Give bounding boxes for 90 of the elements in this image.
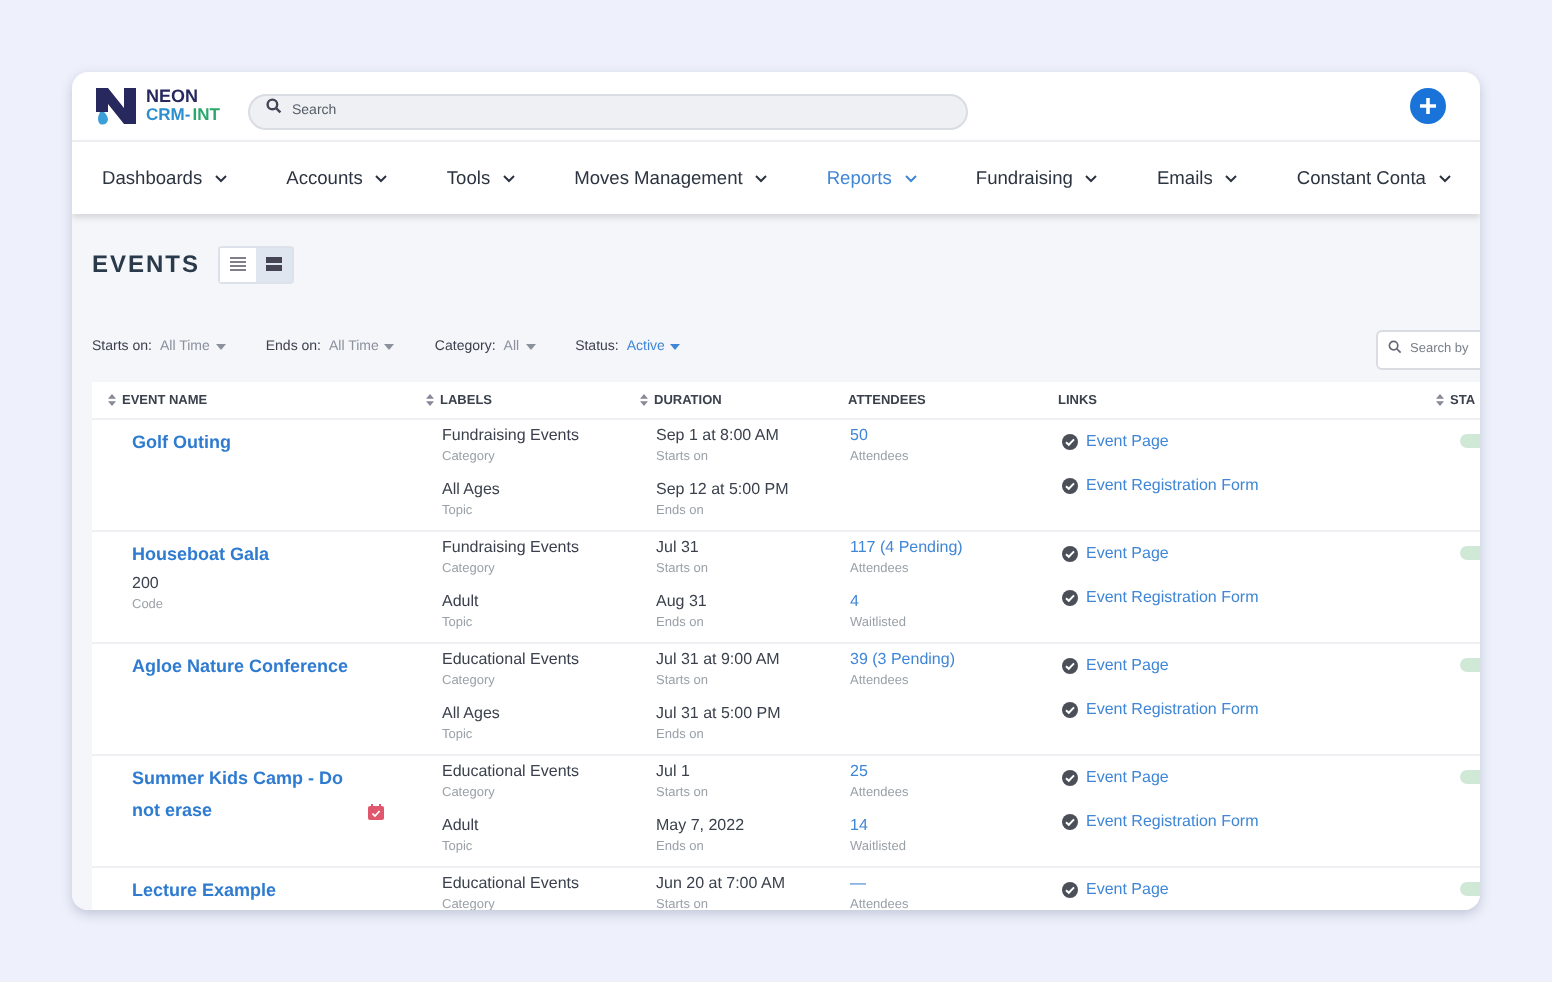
search-icon	[1388, 340, 1402, 354]
list-view-button[interactable]	[220, 247, 257, 281]
date-value: Aug 31	[656, 592, 707, 613]
nav-menu-item[interactable]: Dashboards	[102, 168, 229, 188]
add-button[interactable]	[1410, 88, 1446, 124]
nav-menu-item[interactable]: Accounts	[286, 168, 389, 188]
label-value: Fundraising Events	[442, 538, 579, 559]
logo-suffix: INT	[192, 106, 220, 124]
caret-icon	[215, 343, 226, 349]
logo-text: NEON	[146, 88, 201, 106]
chevron-down-icon	[214, 173, 229, 183]
check-circle-icon	[1062, 433, 1078, 449]
chevron-down-icon	[1084, 173, 1099, 183]
date-value: Jul 31	[656, 538, 699, 559]
nav-menu-item[interactable]: Tools	[446, 168, 517, 188]
attendee-count-link[interactable]: —	[850, 874, 866, 895]
event-name-link[interactable]: Summer Kids Camp - Do not erase	[132, 762, 368, 826]
status-toggle[interactable]	[1460, 770, 1480, 784]
date-value: Jul 31 at 9:00 AM	[656, 650, 780, 671]
check-circle-icon	[1062, 545, 1078, 561]
status-toggle[interactable]	[1460, 434, 1480, 448]
event-link[interactable]: Event Registration Form	[1086, 700, 1259, 718]
event-name-link[interactable]: Lecture Example	[132, 874, 368, 906]
label-value: Educational Events	[442, 874, 579, 895]
date-value: Sep 12 at 5:00 PM	[656, 480, 789, 501]
check-circle-icon	[1062, 589, 1078, 605]
event-link[interactable]: Event Registration Form	[1086, 476, 1259, 494]
check-circle-icon	[1062, 701, 1078, 717]
label-value: All Ages	[442, 704, 500, 725]
event-link[interactable]: Event Page	[1086, 880, 1169, 898]
label-value: Fundraising Events	[442, 426, 579, 447]
date-value: Jun 20 at 7:00 AM	[656, 874, 785, 895]
nav-menu-item[interactable]: Moves Management	[574, 168, 769, 188]
attendee-count-link[interactable]: 117 (4 Pending)	[850, 538, 963, 559]
label-value: Educational Events	[442, 762, 579, 783]
label-value: Educational Events	[442, 650, 579, 671]
event-name-link[interactable]: Golf Outing	[132, 426, 368, 458]
date-value: Jul 31 at 5:00 PM	[656, 704, 781, 725]
date-value: Jul 1	[656, 762, 690, 783]
caret-icon	[384, 343, 395, 349]
event-link[interactable]: Event Page	[1086, 656, 1169, 674]
chevron-down-icon	[754, 173, 769, 183]
sort-icon[interactable]	[1436, 394, 1444, 406]
date-value: May 7, 2022	[656, 816, 745, 837]
check-circle-icon	[1062, 657, 1078, 673]
nav-menu-item[interactable]: Constant Conta	[1296, 168, 1452, 188]
nav-menu-item[interactable]: Emails	[1156, 168, 1239, 188]
compact-view-button[interactable]	[256, 247, 293, 281]
sort-icon[interactable]	[640, 394, 648, 406]
check-circle-icon	[1062, 813, 1078, 829]
nav-menu-item[interactable]: Reports	[826, 168, 918, 188]
search-icon	[266, 98, 282, 114]
event-code: 200	[132, 574, 159, 595]
event-link[interactable]: Event Page	[1086, 768, 1169, 786]
logo-subtext: CRM-	[146, 106, 191, 124]
status-toggle[interactable]	[1460, 882, 1480, 896]
status-toggle[interactable]	[1460, 546, 1480, 560]
check-circle-icon	[1062, 477, 1078, 493]
page-title: EVENTS	[92, 250, 201, 278]
chevron-down-icon	[502, 173, 517, 183]
nav-menu-item[interactable]: Fundraising	[975, 168, 1099, 188]
caret-icon	[670, 343, 681, 349]
chevron-down-icon	[374, 173, 389, 183]
attendee-count-link[interactable]: 25	[850, 762, 868, 783]
chevron-down-icon	[1437, 173, 1452, 183]
attendee-count-link[interactable]: 14	[850, 816, 868, 837]
label-value: Adult	[442, 816, 479, 837]
sort-icon[interactable]	[108, 394, 116, 406]
stacked-rows-icon	[266, 256, 283, 272]
caret-icon	[525, 343, 536, 349]
date-value: Sep 1 at 8:00 AM	[656, 426, 779, 447]
event-link[interactable]: Event Registration Form	[1086, 588, 1259, 606]
attendee-count-link[interactable]: 50	[850, 426, 868, 447]
list-lines-icon	[230, 256, 247, 272]
attendee-count-link[interactable]: 39 (3 Pending)	[850, 650, 955, 671]
sort-icon[interactable]	[426, 394, 434, 406]
attendee-count-link[interactable]: 4	[850, 592, 859, 613]
event-name-link[interactable]: Houseboat Gala	[132, 538, 368, 570]
label-value: All Ages	[442, 480, 500, 501]
check-circle-icon	[1062, 881, 1078, 897]
label-value: Adult	[442, 592, 479, 613]
event-link[interactable]: Event Page	[1086, 432, 1169, 450]
event-link[interactable]: Event Page	[1086, 544, 1169, 562]
event-name-link[interactable]: Agloe Nature Conference	[132, 650, 368, 682]
status-toggle[interactable]	[1460, 658, 1480, 672]
logo-icon	[92, 84, 140, 128]
chevron-down-icon	[903, 173, 918, 183]
event-link[interactable]: Event Registration Form	[1086, 812, 1259, 830]
chevron-down-icon	[1224, 173, 1239, 183]
check-circle-icon	[1062, 769, 1078, 785]
